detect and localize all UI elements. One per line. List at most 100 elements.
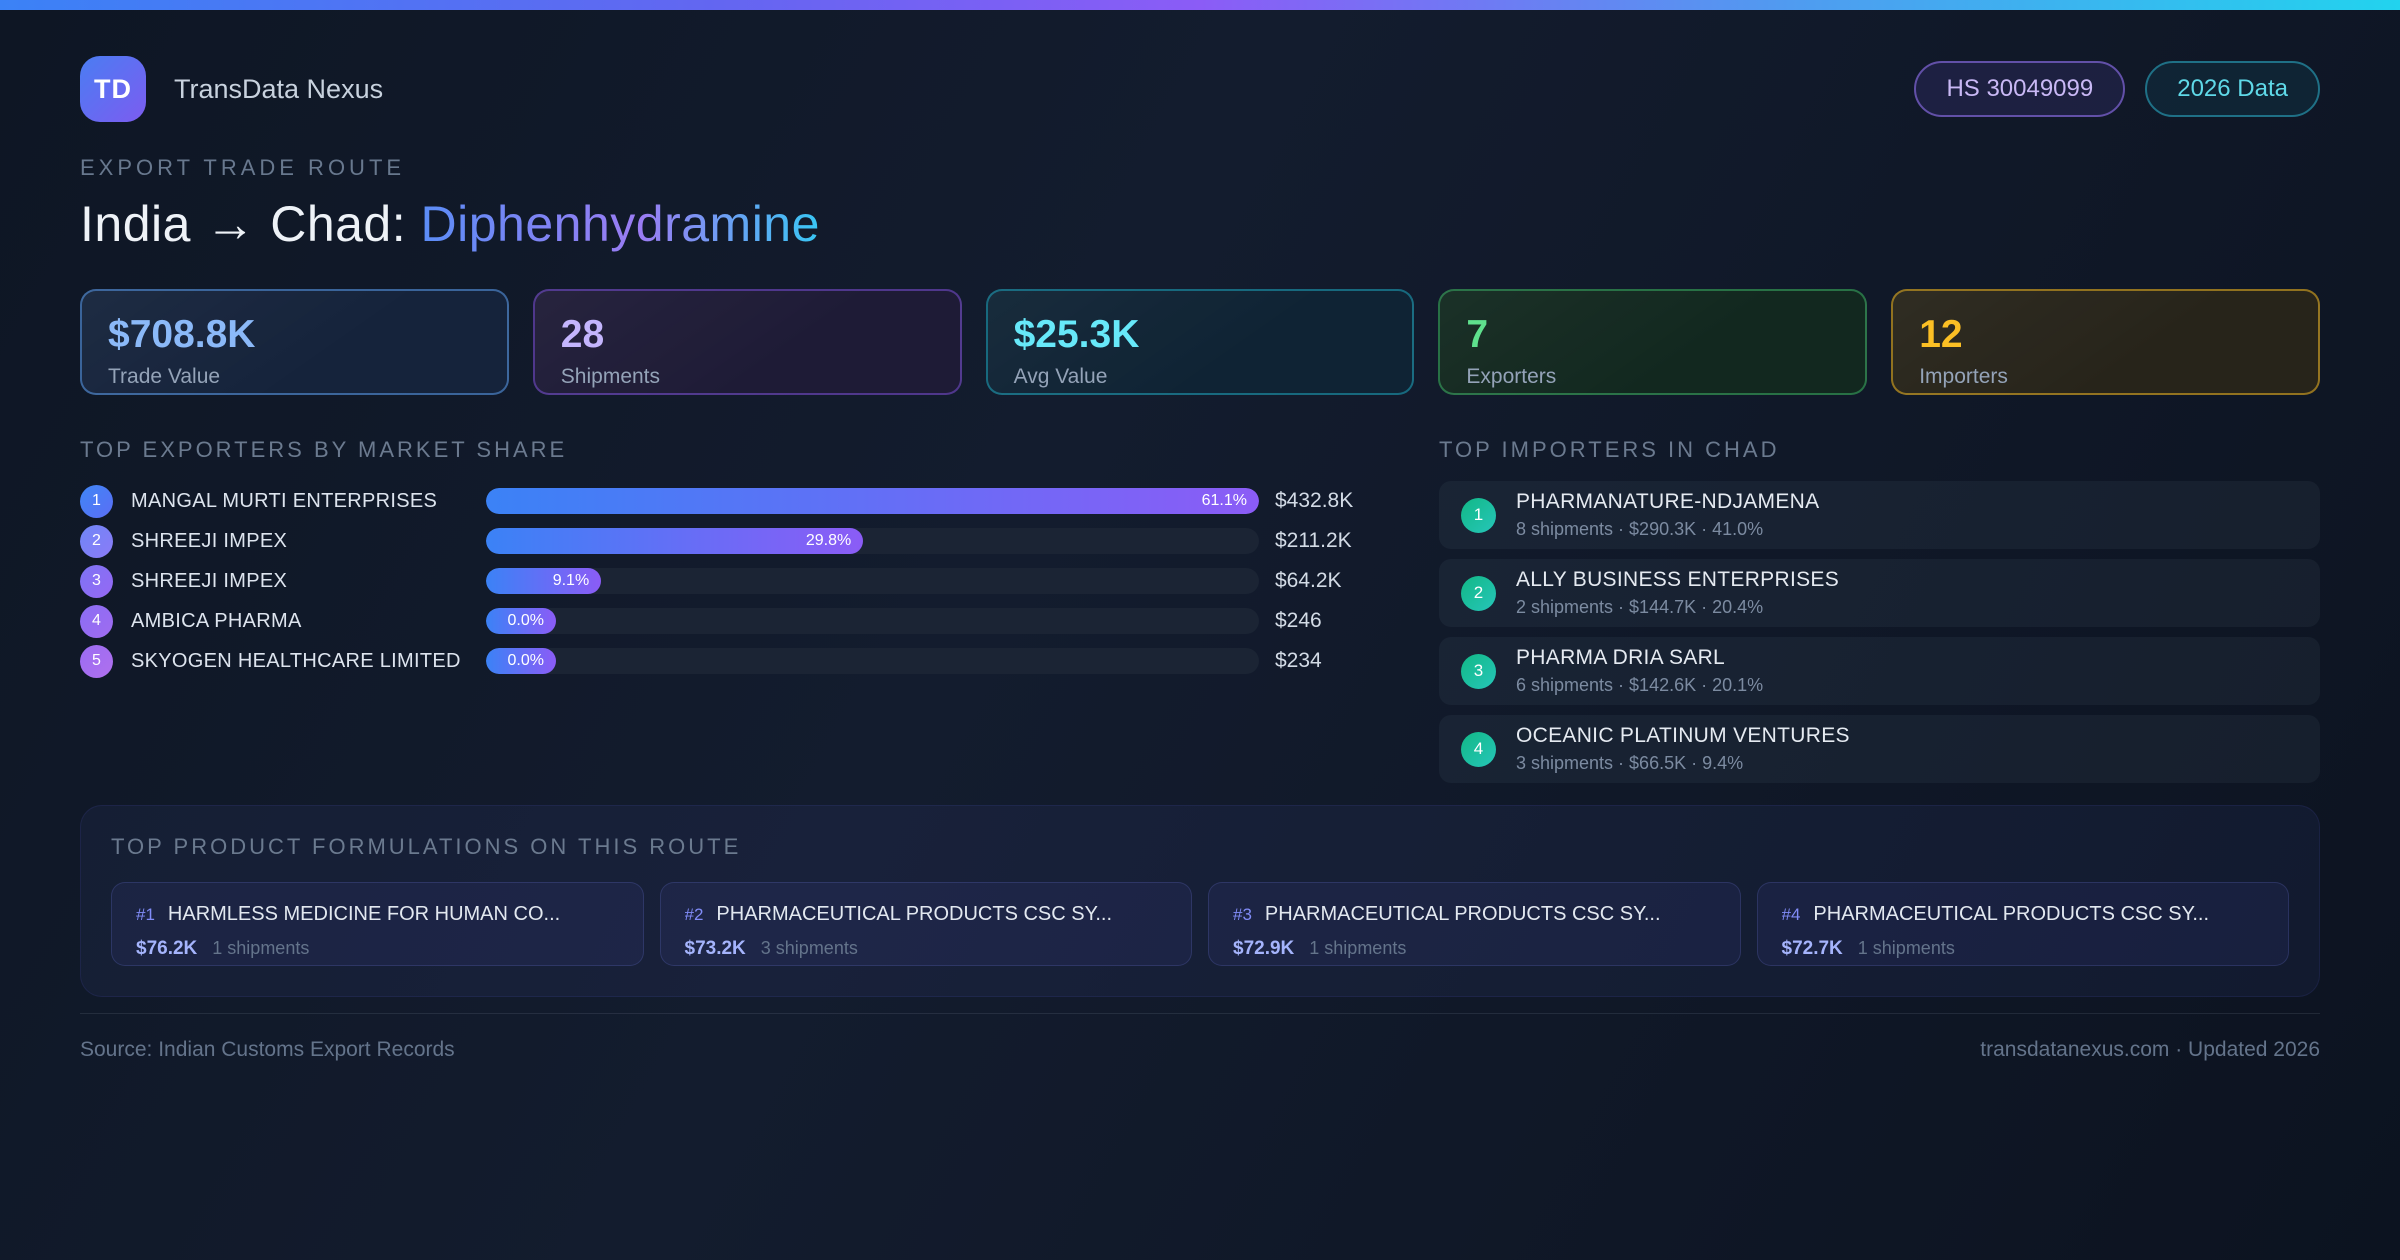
stat-label: Trade Value [108, 365, 221, 388]
market-share-bar-fill: 0.0% [486, 608, 556, 634]
exporter-value: $246 [1275, 609, 1322, 632]
product-title-line: #4 PHARMACEUTICAL PRODUCTS CSC SY... [1782, 903, 2265, 926]
product-name: PHARMACEUTICAL PRODUCTS CSC SY... [716, 903, 1113, 925]
products-section: TOP PRODUCT FORMULATIONS ON THIS ROUTE #… [80, 805, 2320, 997]
year-data-badge[interactable]: 2026 Data [2145, 61, 2320, 117]
rank-badge: 3 [1461, 653, 1496, 689]
market-share-bar-track: 29.8% [486, 528, 1259, 554]
route-eyebrow: EXPORT TRADE ROUTE [80, 155, 406, 180]
rank-badge: 4 [1461, 731, 1496, 767]
product-rank: #4 [1781, 905, 1801, 924]
exporter-value: $64.2K [1275, 569, 1342, 592]
product-value: $72.9K [1233, 938, 1295, 959]
stat-label: Shipments [560, 365, 661, 388]
exporter-row[interactable]: 3 SHREEJI IMPEX 9.1% $64.2K [80, 561, 1377, 601]
rank-badge: 1 [80, 484, 113, 518]
rank-badge: 1 [1461, 497, 1496, 533]
product-name: HARMLESS MEDICINE FOR HUMAN CO... [167, 903, 561, 925]
importer-row[interactable]: 3 PHARMA DRIA SARL 6 shipments · $142.6K… [1439, 637, 2320, 705]
product-meta-line: $72.9K 1 shipments [1233, 938, 1716, 960]
products-grid: #1 HARMLESS MEDICINE FOR HUMAN CO... $76… [111, 882, 2289, 966]
product-card[interactable]: #2 PHARMACEUTICAL PRODUCTS CSC SY... $73… [659, 882, 1192, 966]
page-title: India → Chad: Diphenhydramine [80, 195, 2320, 253]
rank-badge: 2 [1461, 575, 1496, 611]
rank-badge: 4 [80, 604, 113, 638]
app-name: TransData Nexus [174, 73, 384, 104]
footer-site: transdatanexus.com · Updated 2026 [1980, 1038, 2320, 1061]
market-share-percent: 0.0% [507, 652, 544, 669]
stat-value: $25.3K [1013, 313, 1140, 356]
product-title-line: #2 PHARMACEUTICAL PRODUCTS CSC SY... [685, 903, 1168, 926]
product-meta-line: $73.2K 3 shipments [685, 938, 1168, 960]
importer-text: PHARMANATURE-NDJAMENA 8 shipments · $290… [1516, 490, 1819, 540]
product-card[interactable]: #4 PHARMACEUTICAL PRODUCTS CSC SY... $72… [1756, 882, 2289, 966]
stat-label: Importers [1919, 365, 2008, 388]
exporter-row[interactable]: 5 SKYOGEN HEALTHCARE LIMITED 0.0% $234 [80, 641, 1377, 681]
hs-code-badge[interactable]: HS 30049099 [1914, 61, 2126, 117]
importer-row[interactable]: 1 PHARMANATURE-NDJAMENA 8 shipments · $2… [1439, 481, 2320, 549]
importer-row[interactable]: 4 OCEANIC PLATINUM VENTURES 3 shipments … [1439, 715, 2320, 783]
exporter-name: MANGAL MURTI ENTERPRISES [131, 489, 438, 512]
app-logo-text: TD [94, 73, 132, 104]
exporter-name: AMBICA PHARMA [131, 609, 302, 632]
exporter-row[interactable]: 2 SHREEJI IMPEX 29.8% $211.2K [80, 521, 1377, 561]
exporter-name: SHREEJI IMPEX [131, 569, 288, 592]
exporter-value: $432.8K [1275, 489, 1354, 512]
exporter-name: SHREEJI IMPEX [131, 529, 288, 552]
stat-card-trade-value: $708.8K Trade Value [80, 289, 509, 395]
stat-cards-row: $708.8K Trade Value 28 Shipments $25.3K … [80, 289, 2320, 395]
market-share-bar-fill: 9.1% [486, 568, 602, 594]
product-name: PHARMACEUTICAL PRODUCTS CSC SY... [1813, 903, 2210, 925]
app-logo[interactable]: TD [80, 56, 146, 122]
exporter-name: SKYOGEN HEALTHCARE LIMITED [131, 649, 461, 672]
product-meta-line: $72.7K 1 shipments [1782, 938, 2265, 960]
market-share-bar-fill: 61.1% [486, 488, 1259, 514]
product-value: $72.7K [1781, 938, 1843, 959]
market-share-bar-fill: 29.8% [486, 528, 864, 554]
importer-name: PHARMANATURE-NDJAMENA [1516, 490, 1820, 513]
product-shipments: 1 shipments [1857, 938, 1955, 958]
page-title-route: India → Chad: [80, 196, 421, 252]
importers-section: TOP IMPORTERS IN CHAD 1 PHARMANATURE-NDJ… [1439, 437, 2320, 783]
stat-value: 28 [560, 313, 605, 356]
stat-label: Avg Value [1013, 365, 1108, 388]
product-shipments: 1 shipments [1309, 938, 1407, 958]
product-value: $73.2K [684, 938, 746, 959]
product-value: $76.2K [136, 938, 198, 959]
importer-name: OCEANIC PLATINUM VENTURES [1516, 724, 1850, 747]
product-name: PHARMACEUTICAL PRODUCTS CSC SY... [1264, 903, 1661, 925]
market-share-bar-track: 61.1% [486, 488, 1259, 514]
exporters-section-title: TOP EXPORTERS BY MARKET SHARE [80, 437, 568, 462]
stat-card-shipments: 28 Shipments [532, 289, 962, 395]
importer-meta: 6 shipments · $142.6K · 20.1% [1516, 675, 1764, 695]
market-share-bar-track: 0.0% [486, 648, 1259, 674]
page-title-product: Diphenhydramine [420, 196, 820, 252]
importers-section-title: TOP IMPORTERS IN CHAD [1439, 437, 1780, 462]
market-share-bar-fill: 0.0% [486, 648, 556, 674]
product-card[interactable]: #1 HARMLESS MEDICINE FOR HUMAN CO... $76… [111, 882, 644, 966]
importer-meta: 8 shipments · $290.3K · 41.0% [1516, 519, 1764, 539]
product-rank: #1 [136, 905, 155, 924]
product-title-line: #3 PHARMACEUTICAL PRODUCTS CSC SY... [1233, 903, 1716, 926]
market-share-bar-track: 0.0% [486, 608, 1259, 634]
stat-label: Exporters [1466, 365, 1557, 388]
product-title-line: #1 HARMLESS MEDICINE FOR HUMAN CO... [136, 903, 619, 926]
product-shipments: 1 shipments [212, 938, 310, 958]
importer-name: PHARMA DRIA SARL [1516, 646, 1726, 669]
accent-gradient-bar [0, 0, 2400, 10]
market-share-bar-track: 9.1% [486, 568, 1259, 594]
exporter-value: $211.2K [1275, 529, 1352, 552]
importer-text: OCEANIC PLATINUM VENTURES 3 shipments · … [1516, 724, 1850, 774]
main-columns: TOP EXPORTERS BY MARKET SHARE 1 MANGAL M… [80, 437, 2320, 783]
exporter-row[interactable]: 4 AMBICA PHARMA 0.0% $246 [80, 601, 1377, 641]
importer-name: ALLY BUSINESS ENTERPRISES [1516, 568, 1840, 591]
rank-badge: 2 [80, 524, 113, 558]
product-card[interactable]: #3 PHARMACEUTICAL PRODUCTS CSC SY... $72… [1208, 882, 1741, 966]
rank-badge: 5 [80, 644, 113, 678]
product-meta-line: $76.2K 1 shipments [136, 938, 619, 960]
exporter-row[interactable]: 1 MANGAL MURTI ENTERPRISES 61.1% $432.8K [80, 481, 1377, 521]
product-shipments: 3 shipments [760, 938, 858, 958]
importer-row[interactable]: 2 ALLY BUSINESS ENTERPRISES 2 shipments … [1439, 559, 2320, 627]
stat-value: 12 [1919, 313, 1963, 356]
importers-list: 1 PHARMANATURE-NDJAMENA 8 shipments · $2… [1439, 481, 2320, 783]
